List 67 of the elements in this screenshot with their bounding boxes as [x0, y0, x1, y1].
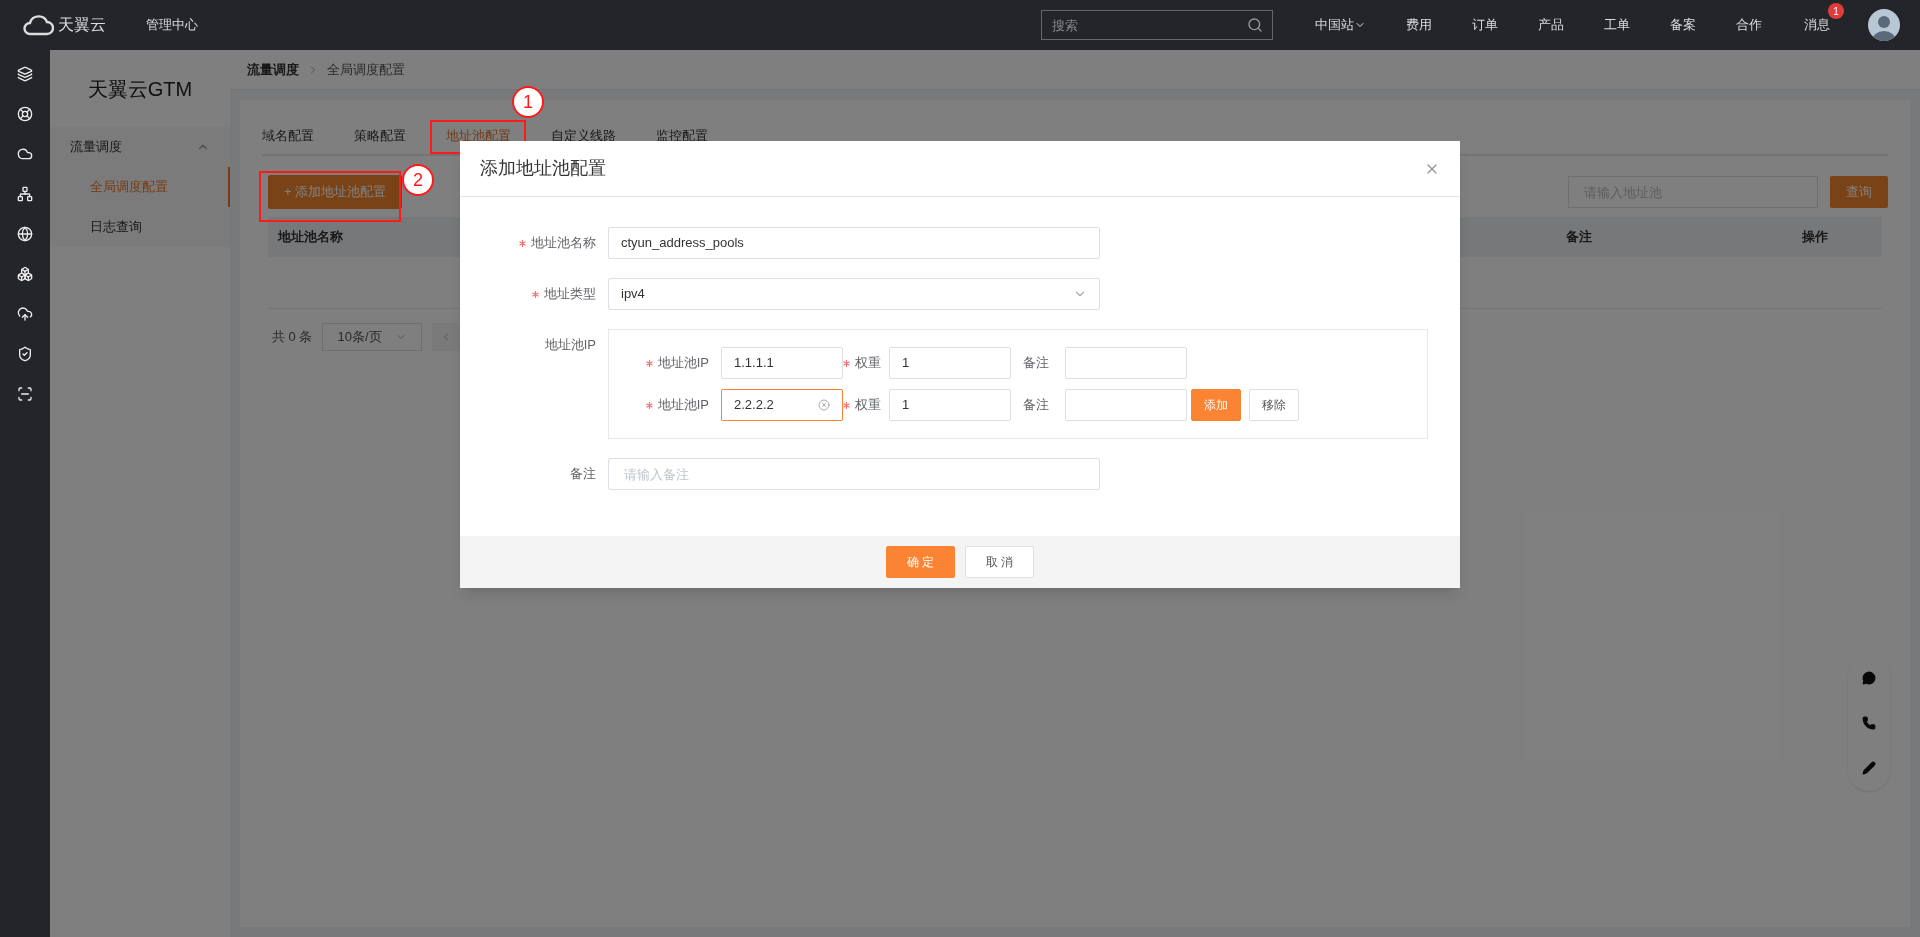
field-label: 权重 — [855, 396, 881, 415]
boxes-icon[interactable] — [17, 266, 33, 282]
network-icon[interactable] — [17, 186, 33, 202]
globe-icon[interactable] — [17, 226, 33, 242]
avatar[interactable] — [1868, 9, 1900, 41]
field-label: 备注 — [569, 465, 597, 484]
console-link[interactable]: 管理中心 — [146, 15, 198, 35]
remark-input[interactable]: 请输入备注 — [608, 458, 1100, 490]
menu-group[interactable]: 流量调度 — [50, 127, 230, 167]
field-label: 地址池IP — [657, 354, 709, 373]
layers-icon[interactable] — [17, 66, 33, 82]
field-label: 权重 — [855, 354, 881, 373]
column-header: 备注 — [1566, 228, 1593, 247]
required-mark-icon — [645, 359, 653, 367]
weight-field[interactable]: 1 — [889, 347, 1011, 379]
dialog-title: 添加地址池配置 — [480, 157, 607, 180]
cloud-upload-icon[interactable] — [17, 306, 33, 322]
previous-page-button[interactable] — [432, 323, 461, 351]
field-label: 备注 — [1023, 396, 1050, 415]
nav-link[interactable]: 产品 — [1538, 15, 1564, 35]
column-header: 地址池名称 — [278, 229, 343, 245]
search-field[interactable]: 搜索 — [1041, 10, 1273, 40]
shield-icon[interactable] — [17, 346, 33, 362]
remark-field[interactable] — [1065, 347, 1187, 379]
nav-link[interactable]: 工单 — [1604, 15, 1630, 35]
nav-link[interactable]: 费用 — [1406, 15, 1432, 35]
secondary-button[interactable]: 取 消 — [965, 546, 1035, 578]
nav-link[interactable]: 消息 — [1804, 17, 1830, 33]
breadcrumb-link[interactable]: 流量调度 — [247, 59, 299, 80]
tab[interactable]: 监控配置 — [636, 118, 728, 154]
remark-field[interactable] — [1065, 389, 1187, 421]
breadcrumb-current: 全局调度配置 — [327, 60, 405, 79]
product-title: 天翼云GTM — [86, 76, 194, 102]
region-dropdown[interactable]: 中国站 — [1315, 15, 1366, 35]
total-count: 共 0 条 — [272, 328, 313, 347]
nav-link[interactable]: 订单 — [1472, 15, 1498, 35]
nav-link[interactable]: 备案 — [1670, 15, 1696, 35]
name-field[interactable]: ctyun_address_pools — [608, 227, 1100, 259]
field-label: 地址池IP — [543, 336, 597, 354]
required-mark-icon — [843, 401, 850, 409]
ip-field[interactable]: 1.1.1.1 — [721, 347, 843, 379]
weight-field[interactable]: 1 — [889, 389, 1011, 421]
menu-item[interactable]: 日志查询 — [50, 207, 230, 247]
cloud-logo-icon — [22, 14, 54, 36]
logo-text[interactable]: 天翼云 — [58, 13, 106, 37]
phone-icon[interactable] — [1862, 716, 1876, 730]
scan-icon[interactable] — [17, 386, 33, 402]
field-label: 地址池IP — [657, 396, 709, 415]
notification-badge: 1 — [1828, 3, 1844, 20]
pencil-icon[interactable] — [1862, 761, 1876, 776]
cloud-icon[interactable] — [17, 146, 33, 162]
field-label: 备注 — [1023, 354, 1050, 373]
required-mark-icon — [645, 401, 653, 409]
nav-link[interactable]: 合作 — [1736, 15, 1762, 35]
page-size-select[interactable]: 10条/页 — [322, 323, 423, 351]
tab[interactable]: 策略配置 — [334, 118, 426, 154]
ip-field[interactable]: 2.2.2.2 — [721, 389, 843, 421]
field-label: 地址池名称 — [531, 234, 596, 253]
remove-button[interactable]: 移除 — [1249, 389, 1299, 421]
required-mark-icon — [843, 359, 850, 367]
field-label: 地址类型 — [544, 285, 596, 304]
tab[interactable]: 域名配置 — [262, 118, 334, 154]
column-header: 操作 — [1802, 228, 1829, 247]
search-icon[interactable] — [1247, 17, 1263, 33]
lifebuoy-icon[interactable] — [17, 106, 33, 122]
chat-icon[interactable] — [1862, 670, 1876, 685]
type-select[interactable]: ipv4 — [608, 278, 1100, 310]
